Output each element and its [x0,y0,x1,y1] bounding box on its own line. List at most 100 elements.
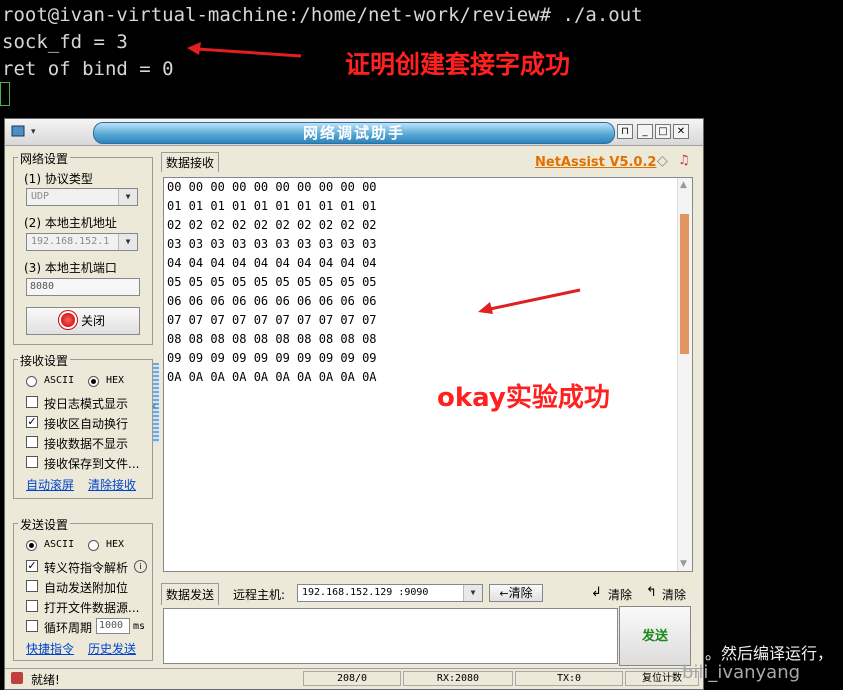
return-arrow-icon[interactable]: ↲ [591,585,602,600]
remote-host-label: 远程主机: [233,588,286,602]
window-title: 网络调试助手 [93,122,615,144]
send-hex-label: HEX [106,539,125,550]
send-hex-radio[interactable] [88,540,99,551]
chevron-down-icon: ▼ [118,234,137,250]
protocol-select[interactable]: UDP ▼ [26,188,138,206]
send-ascii-label: ASCII [44,539,75,550]
receive-row: 00 00 00 00 00 00 00 00 00 00 [167,180,377,194]
annotation-arrow [478,288,581,314]
recv-hex-radio[interactable] [88,376,99,387]
scroll-down-icon[interactable]: ▼ [680,559,687,569]
send-option-label: 打开文件数据源... [44,601,140,615]
scroll-up-icon[interactable]: ▲ [680,180,687,190]
cycle-period-input[interactable]: 1000 [96,618,130,634]
terminal-line: sock_fd = 3 [2,31,128,53]
terminal-line: root@ivan-virtual-machine:/home/net-work… [2,4,643,26]
receive-row: 07 07 07 07 07 07 07 07 07 07 [167,313,377,327]
receive-row: 03 03 03 03 03 03 03 03 03 03 [167,237,377,251]
receive-row: 01 01 01 01 01 01 01 01 01 01 [167,199,377,213]
send-button[interactable]: 发送 [619,606,691,666]
receive-row: 04 04 04 04 04 04 04 04 04 04 [167,256,377,270]
network-settings-group: 网络设置 (1) 协议类型 UDP ▼ (2) 本地主机地址 192.168.15… [13,150,153,345]
receive-row: 08 08 08 08 08 08 08 08 08 08 [167,332,377,346]
recv-option-label: 按日志模式显示 [44,397,129,411]
status-rx: RX:2080 [403,671,513,686]
send-open-file-checkbox[interactable] [26,600,38,612]
send-option-label: 自动发送附加位 [44,581,129,595]
shortcut-commands-link[interactable]: 快捷指令 [26,640,74,657]
arrow-left-icon: ← [499,587,509,600]
send-input-area[interactable] [163,608,618,664]
send-settings-group: 发送设置 ASCII HEX ✓ 转义符指令解析 i 自动发送附加位 打开文件数… [13,516,153,661]
title-bar: ▾ 网络调试助手 ⊓ _ □ ✕ [5,119,703,146]
clear-receive-link[interactable]: 清除接收 [88,476,136,493]
clear-remote-button[interactable]: ←清除 [489,584,543,602]
annotation-arrow [187,42,302,58]
receive-row: 06 06 06 06 06 06 06 06 06 06 [167,294,377,308]
send-auto-append-checkbox[interactable] [26,580,38,592]
recv-log-mode-checkbox[interactable] [26,396,38,408]
recv-hex-label: HEX [106,375,125,386]
annotation-bind-success: 证明创建套接字成功 [345,50,571,79]
port-label: (3) 本地主机端口 [24,261,117,275]
svg-text:▾: ▾ [31,127,36,137]
receive-data-area[interactable]: 00 00 00 00 00 00 00 00 00 00 01 01 01 0… [163,177,693,572]
bell-icon[interactable]: ♫ [678,153,690,168]
group-title: 网络设置 [18,150,71,167]
tab-data-send[interactable]: 数据发送 [161,583,220,605]
recv-hide-data-checkbox[interactable] [26,436,38,448]
status-ready-icon [11,672,23,684]
chevron-down-icon: ▼ [118,189,137,205]
receive-row: 02 02 02 02 02 02 02 02 02 02 [167,218,377,232]
clear-send-button[interactable]: 清除 [662,586,686,603]
status-ready: 就绪! [31,673,60,687]
recv-option-label: 接收保存到文件... [44,457,140,471]
red-light-icon [60,313,75,327]
chevron-left-icon[interactable]: ‹ [152,399,157,413]
send-history-link[interactable]: 历史发送 [88,640,136,657]
chevron-down-icon: ▼ [463,585,482,601]
watermark-credit: bili_ivanyang [682,662,801,683]
system-menu-icon[interactable]: ▾ [11,124,41,141]
host-label: (2) 本地主机地址 [24,216,117,230]
group-title: 接收设置 [18,352,71,369]
minimize-button[interactable]: _ [637,124,653,139]
send-option-label: 循环周期 [44,621,93,635]
status-count: 208/0 [303,671,401,686]
tab-data-receive[interactable]: 数据接收 [161,152,220,172]
status-bar: 就绪! 208/0 RX:2080 TX:0 复位计数 [5,668,703,689]
send-option-label: 转义符指令解析 [44,561,129,575]
recv-ascii-label: ASCII [44,375,75,386]
receive-settings-group: 接收设置 ASCII HEX 按日志模式显示 ✓ 接收区自动换行 接收数据不显示… [13,352,153,499]
info-icon[interactable]: i [134,560,147,573]
send-cycle-checkbox[interactable] [26,620,38,632]
recv-save-file-checkbox[interactable] [26,456,38,468]
host-select[interactable]: 192.168.152.1 ▼ [26,233,138,251]
send-escape-parse-checkbox[interactable]: ✓ [26,560,38,572]
cycle-unit-label: ms [133,621,146,632]
receive-row: 09 09 09 09 09 09 09 09 09 09 [167,351,377,365]
auto-scroll-link[interactable]: 自动滚屏 [26,476,74,493]
scrollbar-thumb[interactable] [680,214,689,354]
up-arrow-icon[interactable]: ↰ [646,585,657,600]
recv-auto-wrap-checkbox[interactable]: ✓ [26,416,38,428]
close-window-button[interactable]: ✕ [673,124,689,139]
terminal-line: ret of bind = 0 [2,58,174,80]
diamond-icon[interactable]: ◇ [657,153,668,169]
clear-recv-count-button[interactable]: 清除 [608,586,632,603]
close-connection-button[interactable]: 关闭 [26,307,140,335]
background-text: 。然后编译运行， [705,644,834,663]
pin-button[interactable]: ⊓ [617,124,633,139]
remote-host-select[interactable]: 192.168.152.129 :9090 ▼ [297,584,483,602]
group-title: 发送设置 [18,516,71,533]
terminal-cursor [0,82,10,106]
recv-option-label: 接收数据不显示 [44,437,129,451]
receive-row: 05 05 05 05 05 05 05 05 05 05 [167,275,377,289]
send-ascii-radio[interactable] [26,540,37,551]
status-tx: TX:0 [515,671,623,686]
recv-ascii-radio[interactable] [26,376,37,387]
netassist-brand-link[interactable]: NetAssist V5.0.2 [535,155,656,170]
port-input[interactable]: 8080 [26,278,140,296]
maximize-button[interactable]: □ [655,124,671,139]
receive-scrollbar[interactable]: ▲ ▼ [677,178,692,571]
